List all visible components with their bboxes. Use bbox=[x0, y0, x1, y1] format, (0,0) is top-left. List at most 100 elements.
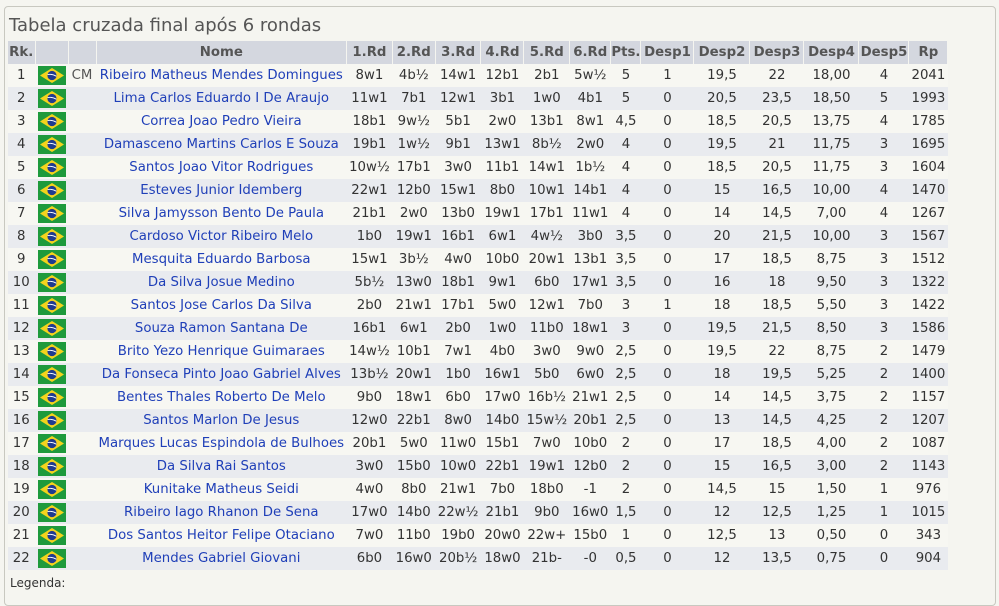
round-3-cell: 15w1 bbox=[435, 179, 481, 202]
title-cell bbox=[68, 317, 96, 340]
rating-performance-cell: 904 bbox=[908, 547, 948, 570]
round-1-cell: 10w½ bbox=[346, 156, 393, 179]
tiebreak-5-cell: 4 bbox=[858, 64, 909, 87]
header-round-2[interactable]: 2.Rd bbox=[392, 41, 436, 64]
tiebreak-4-cell: 5,50 bbox=[803, 294, 859, 317]
tiebreak-4-cell: 3,00 bbox=[803, 455, 859, 478]
player-name-link[interactable]: Santos Marlon De Jesus bbox=[143, 413, 299, 428]
player-name-link[interactable]: Souza Ramon Santana De bbox=[135, 321, 308, 336]
name-cell: Da Fonseca Pinto Joao Gabriel Alves bbox=[96, 363, 347, 386]
tiebreak-2-cell: 19,5 bbox=[693, 340, 750, 363]
tiebreak-3-cell: 22 bbox=[749, 340, 804, 363]
header-round-4[interactable]: 4.Rd bbox=[480, 41, 525, 64]
player-name-link[interactable]: Dos Santos Heitor Felipe Otaciano bbox=[108, 528, 335, 543]
player-name-link[interactable]: Marques Lucas Espindola de Bulhoes bbox=[99, 436, 345, 451]
round-2-cell: 18w1 bbox=[392, 386, 436, 409]
tiebreak-4-cell: 8,50 bbox=[803, 317, 859, 340]
header-name[interactable]: Nome bbox=[96, 41, 348, 64]
player-name-link[interactable]: Da Silva Josue Medino bbox=[148, 275, 295, 290]
header-round-5[interactable]: 5.Rd bbox=[523, 41, 571, 64]
rating-performance-cell: 1207 bbox=[908, 409, 948, 432]
brazil-flag-icon bbox=[37, 457, 66, 476]
tiebreak-5-cell: 1 bbox=[858, 501, 909, 524]
header-tiebreak-2[interactable]: Desp2 bbox=[693, 41, 751, 64]
header-tiebreak-1[interactable]: Desp1 bbox=[640, 41, 695, 64]
tiebreak-3-cell: 20,5 bbox=[749, 110, 804, 133]
round-4-cell: 7b0 bbox=[480, 478, 524, 501]
player-name-link[interactable]: Kunitake Matheus Seidi bbox=[144, 482, 299, 497]
player-name-link[interactable]: Cardoso Victor Ribeiro Melo bbox=[129, 229, 313, 244]
points-cell: 4,5 bbox=[610, 110, 641, 133]
rank-cell: 1 bbox=[8, 64, 35, 87]
player-name-link[interactable]: Da Fonseca Pinto Joao Gabriel Alves bbox=[102, 367, 341, 382]
rating-performance-cell: 1695 bbox=[908, 133, 948, 156]
player-name-link[interactable]: Santos Joao Vitor Rodrigues bbox=[129, 160, 313, 175]
player-name-link[interactable]: Bentes Thales Roberto De Melo bbox=[117, 390, 326, 405]
table-row: 7 Silva Jamysson Bento De Paula 21b1 2w0 13b… bbox=[8, 202, 948, 225]
table-row: 4 Damasceno Martins Carlos E Souza 19b1 1w½… bbox=[8, 133, 948, 156]
header-round-3[interactable]: 3.Rd bbox=[435, 41, 482, 64]
player-name-link[interactable]: Silva Jamysson Bento De Paula bbox=[119, 206, 324, 221]
round-3-cell: 2b0 bbox=[435, 317, 481, 340]
player-name-link[interactable]: Da Silva Rai Santos bbox=[157, 459, 286, 474]
name-cell: Kunitake Matheus Seidi bbox=[96, 478, 347, 501]
name-cell: Marques Lucas Espindola de Bulhoes bbox=[96, 432, 347, 455]
round-2-cell: 14b0 bbox=[392, 501, 436, 524]
points-cell: 2,5 bbox=[610, 340, 641, 363]
player-name-link[interactable]: Correa Joao Pedro Vieira bbox=[141, 114, 302, 129]
table-row: 9 Mesquita Eduardo Barbosa 15w1 3b½ 4w0 10b0 2… bbox=[8, 248, 948, 271]
round-2-cell: 5w0 bbox=[392, 432, 436, 455]
rating-performance-cell: 2041 bbox=[908, 64, 948, 87]
tiebreak-2-cell: 19,5 bbox=[693, 317, 750, 340]
brazil-flag-icon bbox=[37, 89, 66, 108]
player-name-link[interactable]: Ribeiro Iago Rhanon De Sena bbox=[124, 505, 319, 520]
title-cell bbox=[68, 225, 96, 248]
brazil-flag-icon bbox=[37, 549, 66, 568]
tiebreak-1-cell: 0 bbox=[640, 271, 694, 294]
round-1-cell: 9b0 bbox=[346, 386, 393, 409]
tiebreak-3-cell: 21,5 bbox=[749, 225, 804, 248]
rank-cell: 21 bbox=[8, 524, 35, 547]
tiebreak-4-cell: 5,25 bbox=[803, 363, 859, 386]
round-3-cell: 18b1 bbox=[435, 271, 481, 294]
header-tiebreak-3[interactable]: Desp3 bbox=[749, 41, 805, 64]
header-rank[interactable]: Rk. bbox=[8, 41, 36, 64]
tiebreak-4-cell: 8,75 bbox=[803, 248, 859, 271]
header-round-1[interactable]: 1.Rd bbox=[346, 41, 393, 64]
rank-cell: 3 bbox=[8, 110, 35, 133]
player-name-link[interactable]: Santos Jose Carlos Da Silva bbox=[131, 298, 312, 313]
name-cell: Bentes Thales Roberto De Melo bbox=[96, 386, 347, 409]
header-tiebreak-4[interactable]: Desp4 bbox=[803, 41, 860, 64]
player-name-link[interactable]: Mendes Gabriel Giovani bbox=[142, 551, 300, 566]
tiebreak-2-cell: 20,5 bbox=[693, 87, 750, 110]
table-row: 18 Da Silva Rai Santos 3w0 15b0 10w0 22b1 19w1… bbox=[8, 455, 948, 478]
rating-performance-cell: 343 bbox=[908, 524, 948, 547]
tiebreak-2-cell: 14,5 bbox=[693, 478, 750, 501]
tiebreak-3-cell: 18,5 bbox=[749, 248, 804, 271]
header-tiebreak-5[interactable]: Desp5 bbox=[858, 41, 910, 64]
round-1-cell: 18b1 bbox=[346, 110, 393, 133]
round-4-cell: 10b0 bbox=[480, 248, 524, 271]
name-cell: Da Silva Rai Santos bbox=[96, 455, 347, 478]
player-name-link[interactable]: Esteves Junior Idemberg bbox=[140, 183, 302, 198]
title-cell bbox=[68, 271, 96, 294]
header-points[interactable]: Pts. bbox=[610, 41, 642, 64]
round-4-cell: 14b0 bbox=[480, 409, 524, 432]
brazil-flag-icon bbox=[37, 273, 66, 292]
round-5-cell: 16b½ bbox=[523, 386, 570, 409]
round-4-cell: 20w0 bbox=[480, 524, 524, 547]
table-row: 22 Mendes Gabriel Giovani 6b0 16w0 20b½ 18w0 2… bbox=[8, 547, 948, 570]
tiebreak-3-cell: 21,5 bbox=[749, 317, 804, 340]
header-title bbox=[68, 41, 97, 64]
header-round-6[interactable]: 6.Rd bbox=[569, 41, 612, 64]
player-name-link[interactable]: Damasceno Martins Carlos E Souza bbox=[104, 137, 339, 152]
round-4-cell: 11b1 bbox=[480, 156, 524, 179]
tiebreak-1-cell: 0 bbox=[640, 248, 694, 271]
header-rating-performance[interactable]: Rp bbox=[908, 41, 949, 64]
player-name-link[interactable]: Ribeiro Matheus Mendes Domingues bbox=[100, 68, 343, 83]
player-name-link[interactable]: Lima Carlos Eduardo I De Araujo bbox=[114, 91, 330, 106]
points-cell: 2,5 bbox=[610, 386, 641, 409]
player-name-link[interactable]: Brito Yezo Henrique Guimaraes bbox=[118, 344, 325, 359]
player-name-link[interactable]: Mesquita Eduardo Barbosa bbox=[132, 252, 311, 267]
rank-cell: 22 bbox=[8, 547, 35, 570]
